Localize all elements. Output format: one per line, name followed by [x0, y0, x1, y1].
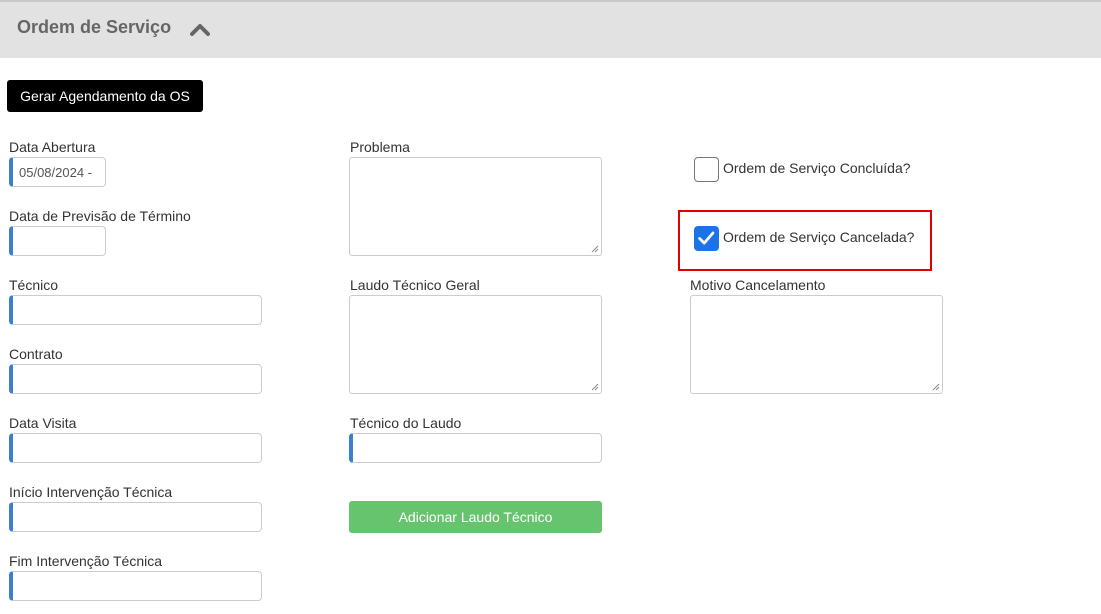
concluida-label: Ordem de Serviço Concluída? [723, 160, 911, 176]
resize-handle-icon[interactable] [591, 383, 599, 391]
motivo-cancelamento-label: Motivo Cancelamento [690, 277, 826, 293]
data-abertura-input[interactable]: 05/08/2024 - [9, 157, 106, 187]
data-abertura-label: Data Abertura [9, 139, 96, 155]
concluida-checkbox[interactable] [694, 157, 719, 182]
tecnico-laudo-label: Técnico do Laudo [350, 415, 462, 431]
contrato-input[interactable] [9, 364, 262, 394]
data-visita-input[interactable] [9, 433, 262, 463]
data-previsao-input[interactable] [9, 226, 106, 256]
data-previsao-label: Data de Previsão de Término [9, 208, 191, 224]
motivo-cancelamento-textarea[interactable] [690, 295, 943, 394]
chevron-up-icon[interactable] [190, 21, 210, 37]
data-visita-label: Data Visita [9, 415, 77, 431]
inicio-intervencao-input[interactable] [9, 502, 262, 532]
section-header[interactable]: Ordem de Serviço [0, 0, 1101, 58]
cancelada-label: Ordem de Serviço Cancelada? [723, 229, 915, 245]
data-abertura-value: 05/08/2024 - [19, 164, 93, 180]
checkmark-icon [698, 231, 715, 245]
fim-intervencao-input[interactable] [9, 571, 262, 601]
cancelada-checkbox[interactable] [694, 226, 719, 251]
section-title: Ordem de Serviço [17, 17, 172, 37]
problema-textarea[interactable] [349, 157, 602, 256]
tecnico-label: Técnico [9, 277, 59, 293]
resize-handle-icon[interactable] [932, 383, 940, 391]
generate-schedule-button[interactable]: Gerar Agendamento da OS [7, 80, 203, 112]
contrato-label: Contrato [9, 346, 63, 362]
fim-intervencao-label: Fim Intervenção Técnica [9, 553, 163, 569]
laudo-geral-textarea[interactable] [349, 295, 602, 394]
tecnico-input[interactable] [9, 295, 262, 325]
laudo-geral-label: Laudo Técnico Geral [350, 277, 480, 293]
problema-label: Problema [350, 139, 410, 155]
inicio-intervencao-label: Início Intervenção Técnica [9, 484, 173, 500]
add-report-button[interactable]: Adicionar Laudo Técnico [349, 501, 602, 533]
tecnico-laudo-input[interactable] [349, 433, 602, 463]
resize-handle-icon[interactable] [591, 245, 599, 253]
